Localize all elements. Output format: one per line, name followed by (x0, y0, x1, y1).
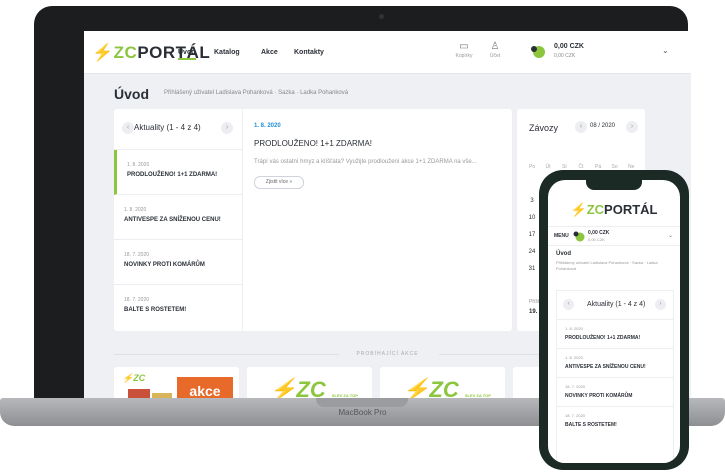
phone-screen: ⚡ZCPORTÁL MENU 0,00 CZK 0,00 CZK ⌄ Úvod … (548, 180, 680, 463)
page-title: Úvod (114, 86, 149, 102)
item-title: PRODLOUŽENO! 1+1 ZDARMA! (565, 335, 641, 341)
item-title: NOVINKY PROTI KOMÁRŮM (124, 262, 205, 268)
calendar-day[interactable]: 10 (526, 215, 538, 221)
nav-uvod[interactable]: Úvod (178, 49, 196, 60)
weekday-label: Po (529, 164, 536, 170)
item-date: 18. 7. 2020 (124, 252, 150, 258)
aktuality-card: ‹ Aktuality (1 - 4 z 4) › 1. 8. 2020 PRO… (114, 109, 512, 331)
aktuality-header: ‹ Aktuality (1 - 4 z 4) › (557, 291, 673, 320)
item-date: 1. 8. 2020 (565, 355, 583, 360)
aktuality-title: Aktuality (1 - 4 z 4) (134, 123, 201, 132)
calendar-day[interactable]: 3 (526, 198, 538, 204)
menu-button[interactable]: MENU (554, 233, 569, 239)
item-title: BALTE S ROSTETEM! (565, 422, 617, 428)
item-date: 18. 7. 2020 (124, 297, 150, 303)
month-navigator: ‹ 08 / 2020 › (575, 121, 639, 135)
item-title: BALTE S ROSTETEM! (124, 307, 187, 313)
top-navigation: ⚡ZCPORTÁL Úvod Katalog Akce Kontakty ▭ Ko… (84, 31, 691, 74)
nav-katalog[interactable]: Katalog (214, 49, 240, 56)
chevron-right-icon[interactable]: › (221, 122, 233, 134)
chevron-right-icon[interactable]: › (626, 121, 638, 133)
logo[interactable]: ⚡ZCPORTÁL (548, 202, 680, 218)
user-icon[interactable]: ♙ Účet (482, 41, 508, 59)
list-item[interactable]: 1. 8. 2020 ANTIVESPE ZA SNÍŽENOU CENU! (557, 349, 673, 378)
list-item[interactable]: 1. 8. 2020 PRODLOUŽENO! 1+1 ZDARMA! (557, 320, 673, 349)
aktuality-title: Aktuality (1 - 4 z 4) (587, 301, 646, 308)
item-date: 18. 7. 2020 (565, 413, 586, 418)
cart-sub: 0,00 CZK (554, 53, 576, 59)
list-item[interactable]: 1. 8. 2020 PRODLOUŽENO! 1+1 ZDARMA! (114, 150, 242, 195)
breadcrumb: Přihlášený uživatel Ladislava Pohanková … (164, 90, 349, 96)
chevron-left-icon[interactable]: ‹ (563, 299, 574, 310)
chevron-left-icon[interactable]: ‹ (122, 122, 134, 134)
cart-icon[interactable] (528, 43, 550, 59)
item-date: 1. 8. 2020 (127, 162, 150, 168)
chevron-right-icon[interactable]: › (655, 299, 666, 310)
more-button[interactable]: Zjistit více » (254, 176, 304, 189)
list-item[interactable]: 18. 7. 2020 NOVINKY PROTI KOMÁRŮM (114, 240, 242, 285)
item-title: ANTIVESPE ZA SNÍŽENOU CENU! (565, 364, 646, 370)
aktuality-header: ‹ Aktuality (1 - 4 z 4) › (114, 109, 242, 150)
orders-icon[interactable]: ▭ Kopírky (451, 41, 477, 59)
nav-akce[interactable]: Akce (261, 49, 278, 56)
calendar-day[interactable]: 31 (526, 266, 538, 272)
camera (379, 14, 384, 19)
nav-kontakty[interactable]: Kontakty (294, 49, 324, 56)
item-title: ANTIVESPE ZA SNÍŽENOU CENU! (124, 217, 221, 223)
list-item[interactable]: 18. 7. 2020 NOVINKY PROTI KOMÁRŮM (557, 378, 673, 407)
item-title: NOVINKY PROTI KOMÁRŮM (565, 393, 633, 399)
phone-top-bar: MENU 0,00 CZK 0,00 CZK ⌄ (548, 226, 680, 246)
list-item[interactable]: 18. 7. 2020 BALTE S ROSTETEM! (114, 285, 242, 329)
cart-amount[interactable]: 0,00 CZK (588, 230, 609, 236)
page-title: Úvod (556, 251, 571, 257)
item-title: PRODLOUŽENO! 1+1 ZDARMA! (127, 172, 218, 178)
month-label: 08 / 2020 (590, 123, 616, 129)
calendar-day[interactable]: 17 (526, 232, 538, 238)
chevron-left-icon[interactable]: ‹ (575, 121, 587, 133)
breadcrumb: Přihlášený uživatel Ladislava Pohanková … (556, 260, 658, 271)
detail-date: 1. 8. 2020 (254, 123, 281, 129)
weekday-label: Út (545, 164, 551, 170)
cart-icon[interactable] (572, 230, 586, 242)
promo-logo: ⚡ZC (122, 373, 146, 383)
laptop-base-notch (316, 398, 408, 407)
detail-title: PRODLOUŽENO! 1+1 ZDARMA! (254, 139, 373, 148)
item-date: 1. 8. 2020 (124, 207, 147, 213)
phone-notch (586, 180, 642, 190)
item-date: 1. 8. 2020 (565, 326, 583, 331)
list-item[interactable]: 18. 7. 2020 BALTE S ROSTETEM! (557, 407, 673, 435)
item-date: 18. 7. 2020 (565, 384, 586, 389)
chevron-down-icon[interactable]: ⌄ (668, 232, 673, 239)
cart-amount[interactable]: 0,00 CZK (554, 43, 584, 50)
cart-sub: 0,00 CZK (588, 237, 605, 242)
aktuality-list: ‹ Aktuality (1 - 4 z 4) › 1. 8. 2020 PRO… (114, 109, 243, 331)
detail-text: Trápí vás ostatní hmyz a klíšťata? Využi… (254, 159, 477, 165)
chevron-down-icon[interactable]: ⌄ (662, 46, 669, 55)
zavozy-title: Závozy (529, 123, 559, 133)
calendar-day[interactable]: 24 (526, 249, 538, 255)
list-item[interactable]: 1. 8. 2020 ANTIVESPE ZA SNÍŽENOU CENU! (114, 195, 242, 240)
aktuality-card: ‹ Aktuality (1 - 4 z 4) › 1. 8. 2020 PRO… (556, 290, 674, 463)
